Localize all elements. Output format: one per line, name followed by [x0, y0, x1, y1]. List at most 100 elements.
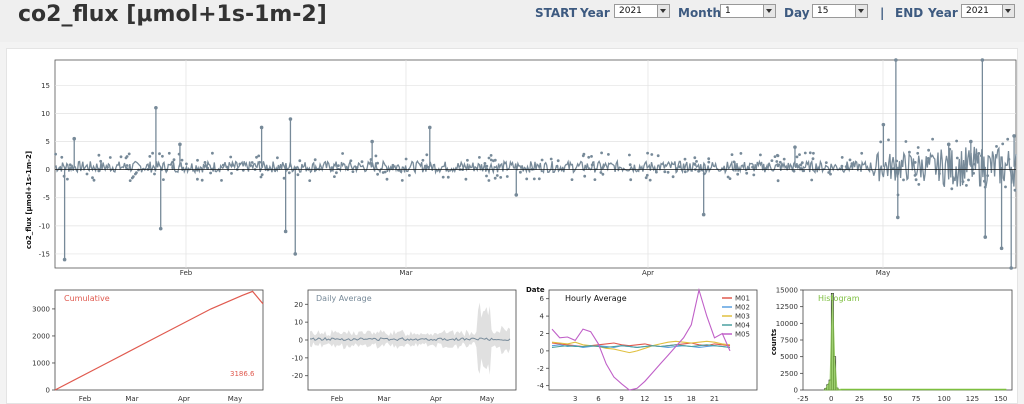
cum-ytick: 3000	[32, 305, 50, 313]
main-data-point	[196, 158, 199, 162]
main-data-point	[230, 172, 233, 175]
main-data-point	[773, 155, 777, 158]
main-data-point	[68, 163, 72, 167]
main-data-point	[600, 151, 603, 155]
main-xtick-may: May	[876, 269, 890, 277]
main-data-point	[483, 162, 487, 165]
main-data-point	[972, 171, 975, 175]
main-data-point	[896, 193, 900, 197]
main-data-point	[683, 157, 687, 161]
main-data-point	[752, 173, 756, 177]
main-data-point	[466, 158, 469, 162]
main-data-point	[91, 176, 94, 180]
main-data-point	[408, 174, 411, 177]
main-data-point	[1001, 142, 1005, 146]
legend-label: M05	[735, 331, 750, 339]
main-data-point	[487, 179, 491, 182]
daily-ytick: 0	[299, 337, 303, 345]
start-day-value: 15	[817, 6, 829, 16]
main-data-point	[671, 175, 675, 179]
main-data-point	[489, 158, 493, 162]
main-data-point	[926, 157, 930, 160]
main-data-point	[645, 173, 649, 177]
hist-xtick: 150	[994, 395, 1007, 403]
hourly-xtick: 15	[664, 395, 673, 403]
main-data-point	[745, 171, 749, 175]
main-spike-point	[427, 125, 432, 130]
main-data-point	[194, 167, 198, 171]
main-data-point	[337, 164, 340, 167]
main-data-point	[583, 174, 587, 178]
main-data-point	[220, 179, 223, 182]
hourly-xtick: 6	[596, 395, 601, 403]
main-data-point	[238, 162, 242, 166]
main-data-point	[590, 155, 593, 158]
chevron-down-icon	[1002, 5, 1014, 17]
main-data-point	[697, 169, 700, 173]
cum-ytick: 2000	[32, 332, 50, 340]
main-data-point	[590, 163, 594, 167]
hist-xtick: 125	[966, 395, 979, 403]
main-data-point	[493, 176, 497, 180]
main-data-point	[656, 154, 660, 158]
daily-axes: -20 -10 0 10 20	[292, 301, 308, 380]
main-data-point	[424, 164, 427, 168]
main-data-point	[158, 152, 161, 156]
legend-label: M03	[735, 313, 750, 321]
main-data-point	[196, 177, 199, 181]
main-data-point	[707, 160, 711, 164]
main-data-point	[425, 153, 429, 157]
main-spike-point	[881, 122, 886, 127]
main-data-point	[385, 177, 389, 181]
main-xtick-apr: Apr	[642, 269, 654, 277]
end-year-select[interactable]: 2021	[961, 4, 1015, 18]
main-data-point	[209, 171, 213, 175]
start-year-label: Year	[580, 6, 610, 20]
main-data-point	[296, 173, 300, 177]
main-data-point	[258, 160, 261, 164]
hist-ytick: 0	[794, 387, 798, 395]
main-data-point	[887, 138, 890, 142]
daily-xtick-may: May	[480, 395, 494, 403]
main-data-point	[983, 179, 986, 183]
main-data-point	[840, 164, 844, 168]
start-month-select[interactable]: 1	[720, 4, 776, 18]
daily-average-chart: -20 -10 0 10 20 Daily Average Feb Mar Apr Ma…	[292, 289, 517, 403]
main-data-point	[860, 151, 864, 155]
main-data-point	[119, 155, 123, 159]
main-data-point	[376, 172, 379, 176]
main-data-point	[776, 179, 780, 183]
main-spike-point	[514, 193, 519, 197]
start-day-select[interactable]: 15	[812, 4, 868, 18]
daily-xtick-mar: Mar	[377, 395, 390, 403]
start-label: START	[535, 6, 578, 20]
main-data-point	[153, 172, 156, 176]
main-spike-point	[293, 252, 298, 256]
main-data-point	[530, 167, 534, 171]
main-spike-point	[288, 117, 293, 121]
hourly-xtick: 3	[573, 395, 577, 403]
main-data-point	[487, 156, 491, 160]
main-data-point	[66, 177, 69, 181]
main-data-point	[383, 170, 387, 174]
main-data-point	[489, 154, 493, 157]
main-data-point	[808, 151, 812, 155]
main-data-point	[582, 152, 586, 156]
main-data-point	[556, 159, 560, 163]
main-data-point	[683, 170, 687, 174]
main-data-point	[171, 166, 175, 169]
hourly-ytick: 2	[540, 330, 544, 338]
main-data-point	[977, 152, 981, 155]
main-data-point	[879, 140, 883, 144]
main-data-point	[335, 171, 338, 175]
hourly-ytick: 6	[540, 295, 545, 303]
main-data-point	[203, 161, 207, 164]
main-data-point	[171, 160, 175, 164]
main-data-point	[295, 166, 298, 170]
main-ytick: 0	[46, 166, 50, 174]
hist-title: Histogram	[818, 294, 860, 303]
main-data-point	[148, 155, 152, 158]
main-ytick: -5	[43, 194, 50, 202]
start-year-select[interactable]: 2021	[614, 4, 670, 18]
main-spike-point	[1009, 266, 1013, 270]
